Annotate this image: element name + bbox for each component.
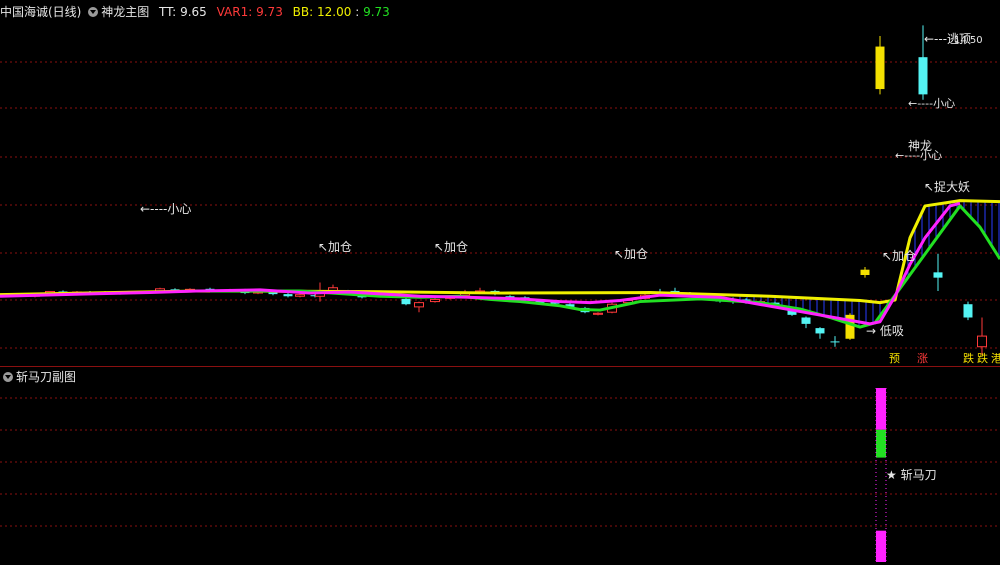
candle-body bbox=[963, 304, 973, 318]
annotation-jiacang: ↖加仓 bbox=[614, 247, 649, 261]
green-line bbox=[210, 204, 1000, 329]
dropdown-icon[interactable] bbox=[3, 372, 13, 382]
candle-body bbox=[860, 269, 870, 275]
var1-label: VAR1: bbox=[216, 5, 253, 19]
annotation-xiaoxin: ←----小心 bbox=[895, 149, 943, 162]
annotation-zhuodayao: ↖捉大妖 bbox=[924, 180, 971, 194]
candle-body bbox=[295, 294, 305, 297]
price-chart bbox=[0, 25, 1000, 562]
indicator-name[interactable]: 神龙主图 bbox=[101, 5, 149, 19]
annotation-xiaoxin: ←----小心 bbox=[140, 202, 192, 216]
annotation-dixi: → 低吸 bbox=[866, 324, 904, 338]
signal-tag-yu: 预 bbox=[889, 352, 900, 365]
zhanmadao-label: ★ 斩马刀 bbox=[886, 468, 937, 482]
signal-tag-die: 跌 bbox=[977, 352, 988, 365]
bb-value: 12.00 bbox=[317, 5, 352, 19]
annotation-jiacang: ↖加仓 bbox=[434, 240, 469, 254]
chart-window: 中国海诚(日线) 神龙主图 TT: 9.65 VAR1: 9.73 BB: 12… bbox=[0, 0, 1000, 565]
var1-value: 9.73 bbox=[256, 5, 283, 19]
sub-title[interactable]: 斩马刀副图 bbox=[16, 370, 76, 384]
bb-label: BB: bbox=[292, 5, 314, 19]
signal-tag-zhang: 涨 bbox=[917, 352, 928, 365]
panel-divider bbox=[0, 366, 1000, 367]
magenta-line bbox=[0, 201, 961, 326]
candle-body bbox=[977, 335, 987, 348]
candle-body bbox=[401, 298, 411, 305]
signal-tag-gang: 港 bbox=[991, 352, 1000, 365]
candle-body bbox=[830, 341, 840, 343]
bb-value2: 9.73 bbox=[363, 5, 390, 19]
subchart-bar bbox=[876, 388, 886, 430]
candle-body bbox=[414, 302, 424, 308]
main-header: 中国海诚(日线) 神龙主图 TT: 9.65 VAR1: 9.73 BB: 12… bbox=[0, 5, 390, 19]
subchart-bar bbox=[876, 429, 886, 458]
tt-value: 9.65 bbox=[180, 5, 207, 19]
stock-name: 中国海诚(日线) bbox=[0, 5, 82, 19]
annotation-jiacang: ↖加仓 bbox=[882, 249, 917, 263]
annotation-jiacang: ↖加仓 bbox=[318, 240, 353, 254]
zhanmadao-signal: ★ 斩马刀 bbox=[886, 466, 937, 483]
dropdown-icon[interactable] bbox=[88, 7, 99, 17]
sub-header: 斩马刀副图 bbox=[0, 367, 76, 387]
candle-body bbox=[933, 272, 943, 278]
price-peak-label: 14.50 bbox=[954, 35, 983, 46]
candle-body bbox=[283, 294, 293, 297]
candle-body bbox=[801, 317, 811, 324]
candle-body bbox=[593, 312, 603, 315]
subchart-bar bbox=[876, 530, 886, 562]
tt-label: TT: bbox=[159, 5, 177, 19]
candle-body bbox=[918, 57, 928, 95]
signal-tag-die: 跌 bbox=[963, 352, 974, 365]
candle-body bbox=[875, 46, 885, 90]
candle-body bbox=[430, 298, 440, 303]
annotation-xiaoxin: ←----小心 bbox=[908, 97, 956, 110]
candle-body bbox=[815, 328, 825, 334]
